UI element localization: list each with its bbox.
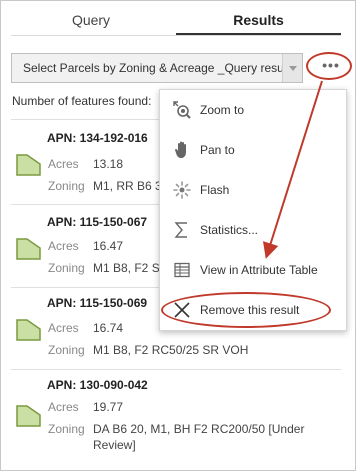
annotation-circle bbox=[306, 52, 352, 80]
chevron-down-icon bbox=[289, 66, 297, 71]
zoning-value: M1 B8, F2 S bbox=[93, 261, 160, 275]
parcel-polygon-icon bbox=[16, 319, 41, 341]
zoning-label: Zoning bbox=[48, 422, 85, 436]
annotation-oval bbox=[161, 292, 331, 328]
menu-label: View in Attribute Table bbox=[200, 263, 318, 277]
acres-value: 19.77 bbox=[93, 400, 124, 414]
menu-item-flash[interactable]: Flash bbox=[160, 170, 346, 210]
flash-icon bbox=[173, 181, 191, 199]
acres-label: Acres bbox=[48, 321, 79, 335]
parcel-polygon-icon bbox=[16, 405, 41, 427]
tab-bar: Query Results bbox=[1, 1, 356, 37]
zoom-to-icon bbox=[173, 101, 191, 119]
parcel-polygon-icon bbox=[16, 238, 41, 260]
zoning-value: DA B6 20, M1, BH F2 RC200/50 [Under bbox=[93, 422, 305, 436]
menu-label: Zoom to bbox=[200, 103, 245, 117]
acres-label: Acres bbox=[48, 157, 79, 171]
menu-item-zoom-to[interactable]: Zoom to bbox=[160, 90, 346, 130]
results-panel: Query Results Select Parcels by Zoning &… bbox=[0, 0, 356, 471]
acres-value: 16.47 bbox=[93, 239, 124, 253]
menu-item-pan-to[interactable]: Pan to bbox=[160, 130, 346, 170]
query-result-select[interactable]: Select Parcels by Zoning & Acreage _Quer… bbox=[11, 53, 303, 83]
parcel-polygon-icon bbox=[16, 154, 41, 176]
zoning-label: Zoning bbox=[48, 343, 85, 357]
pan-to-icon bbox=[175, 141, 186, 158]
result-apn: APN: 115-150-067 bbox=[47, 215, 148, 229]
acres-value: 16.74 bbox=[93, 321, 124, 335]
acres-label: Acres bbox=[48, 239, 79, 253]
zoning-value: M1, RR B6 3 bbox=[93, 179, 162, 193]
menu-label: Pan to bbox=[200, 143, 235, 157]
menu-label: Statistics... bbox=[200, 223, 259, 237]
acres-label: Acres bbox=[48, 400, 79, 414]
zoning-label: Zoning bbox=[48, 261, 85, 275]
result-apn: APN: 134-192-016 bbox=[47, 131, 148, 145]
query-result-select-value: Select Parcels by Zoning & Acreage _Quer… bbox=[23, 61, 282, 75]
result-apn: APN: 115-150-069 bbox=[47, 296, 148, 310]
zoning-label: Zoning bbox=[48, 179, 85, 193]
tab-divider bbox=[11, 35, 341, 36]
select-dropdown-button[interactable] bbox=[282, 54, 302, 82]
menu-item-view-attribute-table[interactable]: View in Attribute Table bbox=[160, 250, 346, 290]
attribute-table-icon bbox=[174, 262, 190, 278]
result-item[interactable]: APN: 130-090-042 Acres 19.77 Zoning DA B… bbox=[11, 369, 341, 469]
tab-query[interactable]: Query bbox=[11, 1, 171, 37]
tab-results[interactable]: Results bbox=[176, 1, 341, 37]
result-apn: APN: 130-090-042 bbox=[47, 378, 148, 392]
statistics-icon bbox=[174, 222, 187, 238]
zoning-value: M1 B8, F2 RC50/25 SR VOH bbox=[93, 343, 249, 357]
menu-label: Flash bbox=[200, 183, 230, 197]
acres-value: 13.18 bbox=[93, 157, 124, 171]
feature-count-label: Number of features found: bbox=[12, 94, 152, 108]
zoning-value-continued: Review] bbox=[93, 438, 136, 452]
menu-item-statistics[interactable]: Statistics... bbox=[160, 210, 346, 250]
active-tab-indicator bbox=[176, 33, 341, 35]
